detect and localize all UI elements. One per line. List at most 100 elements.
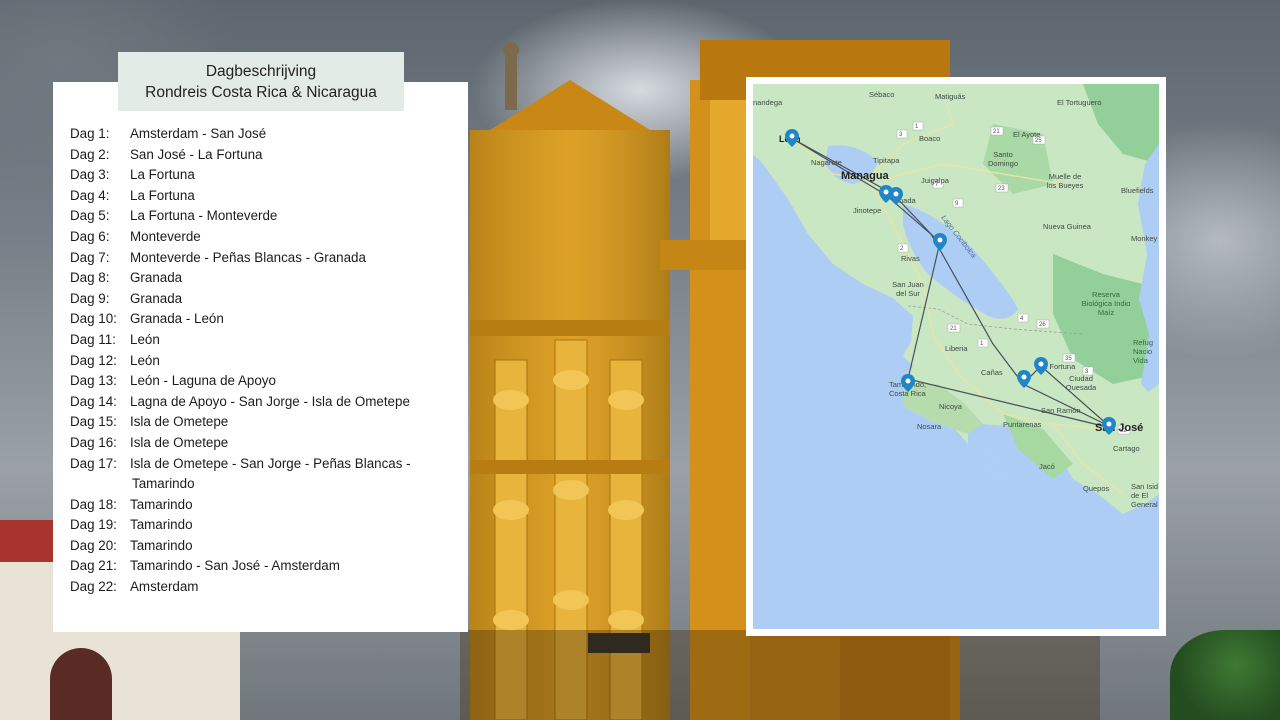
day-label: Dag 16:	[70, 434, 117, 450]
map-label: Liberia	[945, 344, 968, 353]
map-label: Puntarenas	[1003, 420, 1042, 429]
list-item: Dag 15: Isla de Ometepe	[70, 412, 432, 433]
day-route: Granada	[130, 270, 183, 286]
list-item: Dag 7: Monteverde - Peñas Blancas - Grana…	[70, 248, 432, 269]
day-label: Dag 6:	[70, 228, 110, 244]
day-route: León - Laguna de Apoyo	[130, 373, 276, 389]
map-label: Rivas	[901, 254, 920, 263]
route-map[interactable]: 1 3 2 7 9 21 25 23 26 35 32 21 1 4 3 nan…	[753, 84, 1159, 629]
list-item: Dag 17: Isla de Ometepe - San Jorge - Peñ…	[70, 454, 432, 475]
map-label: Boaco	[919, 134, 941, 143]
map-label: Reserva Biológica Indio Maíz	[1081, 290, 1131, 317]
location-pin-icon[interactable]	[933, 233, 947, 251]
day-label: Dag 7:	[70, 249, 110, 265]
location-pin-icon[interactable]	[1034, 357, 1048, 375]
svg-text:23: 23	[998, 186, 1005, 192]
day-route: La Fortuna	[130, 187, 195, 203]
day-route: Isla de Ometepe	[130, 434, 229, 450]
day-label: Dag 19:	[70, 517, 117, 533]
location-pin-icon[interactable]	[1017, 370, 1031, 388]
map-label: Muelle de los Bueyes	[1046, 172, 1084, 190]
day-label: Dag 1:	[70, 126, 110, 141]
location-pin-icon[interactable]	[901, 374, 915, 392]
map-label: Cartago	[1113, 444, 1140, 453]
map-label: nandega	[753, 98, 783, 107]
map-label: Nueva Guinea	[1043, 222, 1091, 231]
list-item: Dag 11: León	[70, 330, 432, 351]
itinerary-list: Dag 1: Amsterdam - San José Dag 2: San Jos…	[70, 124, 432, 598]
location-pin-icon[interactable]	[1102, 417, 1116, 435]
day-label: Dag 8:	[70, 270, 110, 286]
location-pin-icon[interactable]	[785, 129, 799, 147]
map-label: San Isid de El General	[1131, 482, 1159, 509]
day-label: Dag 3:	[70, 167, 110, 183]
list-item: Dag 12: León	[70, 351, 432, 372]
day-route: Lagna de Apoyo - San Jorge - Isla de Ome…	[130, 393, 410, 409]
day-route: León	[130, 331, 160, 347]
map-label: Santo Domingo	[987, 150, 1018, 168]
day-label	[70, 474, 130, 495]
day-route: Amsterdam - San José	[130, 126, 267, 141]
day-route: Granada	[130, 290, 183, 306]
list-item: Dag 2: San José - La Fortuna	[70, 145, 432, 166]
day-label: Dag 18:	[70, 496, 117, 512]
map-label: Monkey	[1131, 234, 1158, 243]
list-item: Dag 13: León - Laguna de Apoyo	[70, 371, 432, 392]
map-label: El Tortuguero	[1057, 98, 1102, 107]
day-route: Tamarindo	[130, 517, 193, 533]
day-route: Tamarindo	[132, 476, 195, 492]
list-item: Dag 8: Granada	[70, 268, 432, 289]
day-route: Isla de Ometepe	[130, 414, 229, 430]
list-item: Dag 6: Monteverde	[70, 227, 432, 248]
day-route: Tamarindo - San José - Amsterdam	[130, 558, 340, 574]
list-item: Dag 4: La Fortuna	[70, 186, 432, 207]
location-pin-icon[interactable]	[889, 187, 903, 205]
day-label: Dag 20:	[70, 537, 117, 553]
day-route: Granada - León	[130, 311, 224, 327]
list-item: Dag 1: Amsterdam - San José	[70, 124, 432, 145]
list-item: Dag 3: La Fortuna	[70, 165, 432, 186]
day-label: Dag 22:	[70, 579, 117, 595]
itinerary-title: Dagbeschrijving Rondreis Costa Rica & Ni…	[118, 52, 404, 111]
title-line-1: Dagbeschrijving	[205, 63, 317, 80]
list-item: Tamarindo	[70, 474, 432, 495]
title-line-2: Rondreis Costa Rica & Nicaragua	[145, 84, 377, 101]
day-label: Dag 5:	[70, 208, 110, 224]
list-item: Dag 20: Tamarindo	[70, 536, 432, 557]
day-route: Tamarindo	[130, 537, 193, 553]
map-label: Ciudad Quesada	[1065, 374, 1097, 392]
list-item: Dag 21: Tamarindo - San José - Amsterdam	[70, 556, 432, 577]
map-label: El Ayote	[1013, 130, 1041, 139]
day-label: Dag 12:	[70, 352, 117, 368]
day-label: Dag 14:	[70, 393, 117, 409]
day-label: Dag 10:	[70, 311, 117, 327]
map-label: Matiguás	[935, 92, 966, 101]
list-item: Dag 18: Tamarindo	[70, 495, 432, 516]
day-label: Dag 15:	[70, 414, 117, 430]
list-item: Dag 22: Amsterdam	[70, 577, 432, 598]
day-route: Tamarindo	[130, 496, 193, 512]
map-label: Tipitapa	[873, 156, 900, 165]
map-label: Juigalpa	[921, 176, 949, 185]
map-label: Managua	[841, 170, 889, 182]
list-item: Dag 5: La Fortuna - Monteverde	[70, 206, 432, 227]
map-label: Nosara	[917, 422, 942, 431]
day-label: Dag 9:	[70, 290, 110, 306]
day-route: Amsterdam	[130, 579, 199, 595]
map-label: Nagarote	[811, 158, 842, 167]
list-item: Dag 19: Tamarindo	[70, 515, 432, 536]
day-label: Dag 13:	[70, 373, 117, 389]
day-route: San José - La Fortuna	[130, 146, 263, 162]
day-route: Monteverde	[130, 228, 201, 244]
svg-text:26: 26	[1039, 322, 1046, 328]
svg-text:21: 21	[950, 326, 957, 332]
map-label: Bluefields	[1121, 186, 1154, 195]
day-route: La Fortuna	[130, 167, 195, 183]
day-route: Isla de Ometepe - San Jorge - Peñas Blan…	[130, 455, 411, 471]
trees	[1170, 630, 1280, 720]
svg-text:21: 21	[993, 129, 1000, 135]
day-label: Dag 21:	[70, 558, 117, 574]
map-label: San Ramón	[1041, 406, 1081, 415]
day-label: Dag 11:	[70, 331, 116, 347]
map-label: Jacó	[1039, 462, 1055, 471]
